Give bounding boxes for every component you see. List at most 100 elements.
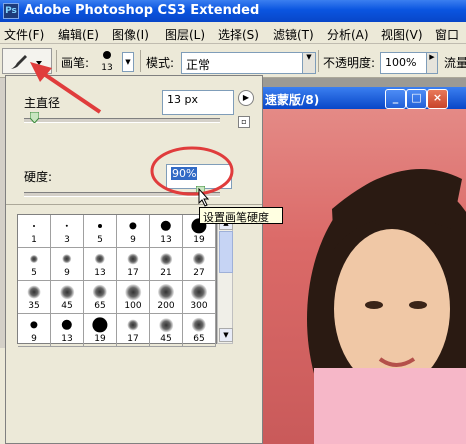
brush-preset-cell[interactable]: 65 — [84, 281, 117, 314]
brush-size-label: 13 — [61, 334, 73, 344]
brush-preset-cell[interactable]: 9 — [117, 215, 150, 248]
brush-tip-preview — [192, 252, 206, 266]
brush-tip-preview — [62, 254, 72, 264]
brush-preset-cell[interactable]: 9 — [51, 248, 84, 281]
hardness-label: 硬度: — [24, 170, 53, 184]
brush-size-value: 13 — [101, 63, 113, 73]
opacity-label: 不透明度: — [323, 56, 376, 70]
menu-bar: 文件(F) 编辑(E) 图像(I) 图层(L) 选择(S) 滤镜(T) 分析(A… — [0, 22, 466, 44]
opacity-field[interactable]: 100% ▶ — [380, 52, 438, 74]
hardness-slider-thumb[interactable] — [195, 185, 206, 198]
brush-preset-cell[interactable]: 45 — [51, 281, 84, 314]
brush-preset-cell[interactable]: 45 — [150, 314, 183, 347]
save-preset-icon[interactable]: ▫ — [238, 116, 250, 128]
title-bar: Ps Adobe Photoshop CS3 Extended — [0, 0, 466, 22]
brush-tip-preview — [158, 284, 174, 300]
app-title: Adobe Photoshop CS3 Extended — [24, 3, 260, 18]
brush-preset-cell[interactable]: 3 — [51, 215, 84, 248]
menu-image[interactable]: 图像(I) — [112, 26, 149, 43]
tool-preset-picker[interactable] — [2, 48, 52, 74]
hardness-slider-track[interactable] — [24, 192, 220, 197]
brush-size-label: 65 — [94, 301, 106, 311]
brush-size-label: 19 — [193, 235, 205, 245]
brush-size-label: 27 — [193, 268, 205, 278]
chevron-down-icon: ▼ — [302, 53, 315, 73]
diameter-slider-thumb[interactable] — [29, 111, 40, 124]
brush-preset-cell[interactable]: 9 — [18, 314, 51, 347]
brush-preset-cell[interactable]: 17 — [117, 248, 150, 281]
brush-tip-preview — [92, 317, 108, 333]
brush-preset-cell[interactable]: 5 — [18, 248, 51, 281]
brush-size-label: 45 — [160, 334, 172, 344]
master-diameter-field[interactable]: 13 px — [162, 90, 234, 115]
brush-preset-cell[interactable]: 200 — [150, 281, 183, 314]
scroll-thumb[interactable] — [219, 231, 233, 273]
brush-tip-icon — [103, 51, 111, 59]
preset-scrollbar[interactable]: ▲ ▼ — [217, 214, 233, 344]
brush-size-label: 13 — [160, 235, 172, 245]
maximize-button[interactable]: □ — [406, 89, 427, 109]
watermark-block — [314, 368, 466, 444]
brush-preset-cell[interactable]: 13 — [84, 248, 117, 281]
brush-tip-preview — [127, 319, 139, 331]
mode-select[interactable]: 正常 ▼ — [181, 52, 316, 74]
brush-tip-preview — [98, 224, 102, 228]
scroll-down-arrow-icon[interactable]: ▼ — [219, 328, 233, 342]
brush-preset-cell[interactable]: 35 — [18, 281, 51, 314]
menu-filter[interactable]: 滤镜(T) — [273, 26, 314, 43]
options-bar: 画笔: 13 ▼ 模式: 正常 ▼ 不透明度: 100% ▶ 流量 — [0, 44, 466, 78]
brush-tip-preview — [129, 222, 137, 230]
document-title-bar: 速蒙版/8) _ □ × — [262, 87, 466, 109]
brush-preset-cell[interactable]: 21 — [150, 248, 183, 281]
brush-preset-grid: 1 3 5 9 13 19 5 9 13 17 21 27 35 45 65 100 200 300 9 13 19 17… — [17, 214, 217, 347]
close-button[interactable]: × — [427, 89, 448, 109]
menu-select[interactable]: 选择(S) — [218, 26, 259, 43]
diameter-slider-track[interactable] — [24, 118, 220, 123]
brush-tip-preview — [30, 321, 38, 329]
opacity-value: 100% — [385, 56, 417, 69]
brush-preset-cell[interactable]: 13 — [51, 314, 84, 347]
brush-preview[interactable]: 13 — [96, 47, 118, 75]
brush-preset-cell[interactable]: 27 — [183, 248, 216, 281]
brush-preset-cell[interactable]: 5 — [84, 215, 117, 248]
brush-tip-preview — [65, 224, 69, 228]
brush-size-label: 45 — [61, 301, 73, 311]
menu-edit[interactable]: 编辑(E) — [58, 26, 99, 43]
menu-layer[interactable]: 图层(L) — [165, 26, 205, 43]
flow-label: 流量 — [444, 56, 466, 70]
brush-preset-cell[interactable]: 300 — [183, 281, 216, 314]
popup-menu-button[interactable]: ▶ — [238, 90, 254, 106]
brush-tip-preview — [61, 319, 73, 331]
mode-label: 模式: — [146, 56, 175, 70]
brush-size-label: 35 — [28, 301, 40, 311]
brush-tip-preview — [125, 284, 141, 300]
brush-size-label: 65 — [193, 334, 205, 344]
brush-tool-icon — [11, 55, 42, 69]
brush-size-label: 5 — [97, 235, 103, 245]
brush-preset-cell[interactable]: 19 — [84, 314, 117, 347]
brush-size-label: 1 — [31, 235, 37, 245]
minimize-button[interactable]: _ — [385, 89, 406, 109]
menu-analysis[interactable]: 分析(A) — [327, 26, 369, 43]
brush-tip-preview — [92, 284, 108, 300]
brush-label: 画笔: — [61, 56, 90, 70]
menu-view[interactable]: 视图(V) — [381, 26, 423, 43]
brush-preset-cell[interactable]: 1 — [18, 215, 51, 248]
brush-tip-preview — [160, 220, 172, 232]
brush-preset-cell[interactable]: 13 — [150, 215, 183, 248]
brush-tip-preview — [29, 254, 39, 264]
brush-preset-cell[interactable]: 100 — [117, 281, 150, 314]
menu-window[interactable]: 窗口 — [435, 26, 459, 43]
brush-size-label: 19 — [94, 334, 106, 344]
menu-file[interactable]: 文件(F) — [4, 26, 44, 43]
brush-tip-preview — [94, 253, 106, 265]
brush-preset-cell[interactable]: 65 — [183, 314, 216, 347]
brush-size-label: 100 — [124, 301, 142, 311]
brush-picker-dropdown-button[interactable]: ▼ — [122, 52, 134, 72]
brush-preset-cell[interactable]: 17 — [117, 314, 150, 347]
brush-tip-preview — [60, 285, 74, 299]
brush-size-label: 17 — [127, 268, 139, 278]
mode-value: 正常 — [186, 58, 211, 72]
brush-tip-preview — [33, 225, 35, 227]
brush-size-label: 5 — [31, 268, 37, 278]
